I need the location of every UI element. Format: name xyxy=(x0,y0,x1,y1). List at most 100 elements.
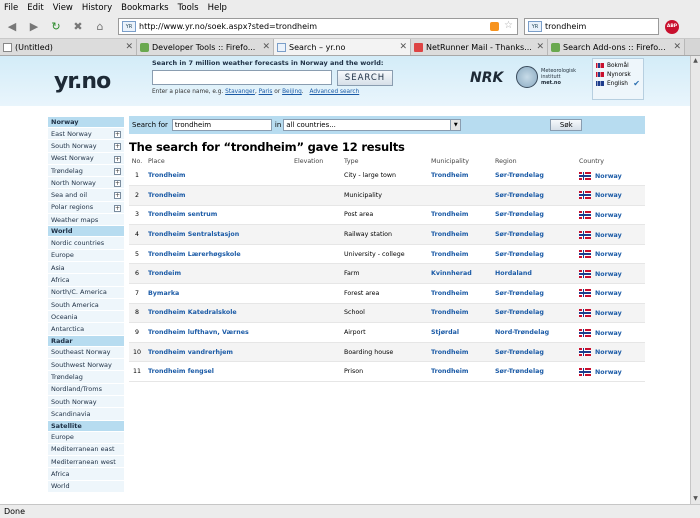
sidebar-item[interactable]: Europe xyxy=(48,249,124,262)
cell-country[interactable]: Norway xyxy=(576,205,645,226)
search-input[interactable]: trondheim xyxy=(171,119,272,131)
cell-municipality[interactable]: Trondheim xyxy=(428,303,492,324)
sidebar-section-heading[interactable]: Norway xyxy=(48,117,124,128)
cell-country[interactable]: Norway xyxy=(576,303,645,324)
cell-place[interactable]: Trondheim vandrerhjem xyxy=(145,342,291,363)
search-submit-button[interactable]: Søk xyxy=(550,119,583,131)
vertical-scrollbar[interactable]: ▲ ▼ xyxy=(690,56,700,504)
close-icon[interactable]: ✕ xyxy=(399,42,407,52)
sidebar-item[interactable]: South Norway + xyxy=(48,140,124,153)
sidebar-item[interactable]: Weather maps xyxy=(48,214,124,227)
cell-place[interactable]: Trondheim sentrum xyxy=(145,205,291,226)
lang-english[interactable]: English ✔ xyxy=(596,79,640,88)
advanced-search-link[interactable]: Advanced search xyxy=(309,89,359,95)
sidebar-item[interactable]: Trøndelag + xyxy=(48,164,124,178)
cell-municipality[interactable]: Trondheim xyxy=(428,361,492,383)
sidebar-item[interactable]: World xyxy=(48,480,124,494)
sidebar-section-heading[interactable]: Radar xyxy=(48,335,124,347)
home-icon[interactable]: ⌂ xyxy=(92,19,108,35)
cell-country[interactable]: Norway xyxy=(576,361,645,383)
back-icon[interactable]: ◀ xyxy=(4,19,20,35)
cell-place[interactable]: Trondheim lufthavn, Værnes xyxy=(145,322,291,343)
expand-plus-icon[interactable]: + xyxy=(114,143,121,151)
sidebar-item[interactable]: Africa xyxy=(48,274,124,287)
cell-place[interactable]: Trondheim Sentralstasjon xyxy=(145,224,291,245)
cell-municipality[interactable]: Stjørdal xyxy=(428,322,492,343)
cell-region[interactable]: Sør-Trøndelag xyxy=(492,224,576,245)
cell-region[interactable]: Nord-Trøndelag xyxy=(492,322,576,343)
sidebar-item[interactable]: North Norway + xyxy=(48,177,124,190)
bookmark-star-icon[interactable]: ☆ xyxy=(504,20,513,31)
sidebar-item[interactable]: Scandinavia xyxy=(48,408,124,421)
adblock-icon[interactable]: ABP xyxy=(665,19,679,34)
cell-place[interactable]: Trondheim Lærerhøgskole xyxy=(145,244,291,265)
cell-country[interactable]: Norway xyxy=(576,263,645,285)
cell-region[interactable]: Hordaland xyxy=(492,263,576,285)
cell-municipality[interactable]: Trondheim xyxy=(428,166,492,187)
sidebar-item[interactable]: Nordland/Troms xyxy=(48,383,124,396)
menu-view[interactable]: View xyxy=(53,3,73,13)
sidebar-item[interactable]: South Norway xyxy=(48,395,124,409)
cell-country[interactable]: Norway xyxy=(576,322,645,343)
sidebar-item[interactable]: Africa xyxy=(48,468,124,481)
rss-icon[interactable] xyxy=(490,22,499,31)
forward-icon[interactable]: ▶ xyxy=(26,19,42,35)
nrk-logo[interactable]: NRK xyxy=(470,70,503,86)
cell-country[interactable]: Norway xyxy=(576,342,645,363)
hint-link-beijing[interactable]: Beijing xyxy=(282,89,302,95)
cell-country[interactable]: Norway xyxy=(576,185,645,206)
tab-untitled[interactable]: (Untitled) ✕ xyxy=(0,39,137,55)
expand-plus-icon[interactable]: + xyxy=(114,131,121,138)
expand-plus-icon[interactable]: + xyxy=(114,180,121,188)
sidebar-item[interactable]: Antarctica xyxy=(48,323,124,336)
sidebar-item[interactable]: Southwest Norway xyxy=(48,359,124,372)
cell-place[interactable]: Trondheim xyxy=(145,185,291,206)
sidebar-item[interactable]: East Norway + xyxy=(48,128,124,141)
sidebar-item[interactable]: Mediterranean east xyxy=(48,443,124,457)
cell-municipality[interactable]: Kvinnherad xyxy=(428,263,492,285)
search-engine-icon[interactable]: YR xyxy=(528,21,542,32)
cell-country[interactable]: Norway xyxy=(576,244,645,265)
tab-developer-tools[interactable]: Developer Tools :: Firefo... ✕ xyxy=(137,39,274,55)
cell-region[interactable]: Sør-Trøndelag xyxy=(492,303,576,324)
cell-region[interactable]: Sør-Trøndelag xyxy=(492,283,576,304)
sidebar-item[interactable]: West Norway + xyxy=(48,152,124,165)
cell-region[interactable]: Sør-Trøndelag xyxy=(492,361,576,383)
cell-country[interactable]: Norway xyxy=(576,166,645,187)
close-icon[interactable]: ✕ xyxy=(262,42,270,52)
close-icon[interactable]: ✕ xyxy=(536,42,544,52)
cell-municipality[interactable]: Trondheim xyxy=(428,283,492,304)
lang-bokmal[interactable]: Bokmål xyxy=(596,61,640,70)
cell-place[interactable]: Trondheim Katedralskole xyxy=(145,303,291,324)
cell-municipality[interactable]: Trondheim xyxy=(428,205,492,226)
menu-file[interactable]: File xyxy=(4,3,18,13)
yr-logo[interactable]: yr.no xyxy=(54,69,111,94)
hint-link-stavanger[interactable]: Stavanger xyxy=(225,89,255,95)
sidebar-item[interactable]: South America xyxy=(48,298,124,312)
header-search-input[interactable] xyxy=(152,70,332,85)
reload-icon[interactable]: ↻ xyxy=(48,19,64,35)
lang-nynorsk[interactable]: Nynorsk xyxy=(596,70,640,79)
sidebar-item[interactable]: Polar regions + xyxy=(48,201,124,215)
sidebar-item[interactable]: Sea and oil + xyxy=(48,189,124,202)
sidebar-section-heading[interactable]: World xyxy=(48,226,124,238)
cell-municipality[interactable]: Trondheim xyxy=(428,244,492,265)
cell-region[interactable]: Sør-Trøndelag xyxy=(492,244,576,265)
sidebar-item[interactable]: Mediterranean west xyxy=(48,456,124,469)
cell-municipality[interactable] xyxy=(428,185,492,206)
url-bar[interactable]: YR http://www.yr.no/soek.aspx?sted=trond… xyxy=(118,18,518,35)
country-select[interactable]: all countries... ▼ xyxy=(283,119,462,131)
cell-place[interactable]: Trondheim fengsel xyxy=(145,361,291,383)
sidebar-item[interactable]: Oceania xyxy=(48,311,124,324)
sidebar-section-heading[interactable]: Satellite xyxy=(48,420,124,432)
cell-municipality[interactable]: Trondheim xyxy=(428,224,492,245)
tab-search-yr[interactable]: Search – yr.no ✕ xyxy=(274,39,411,55)
menu-edit[interactable]: Edit xyxy=(27,3,43,13)
cell-region[interactable]: Sør-Trøndelag xyxy=(492,166,576,187)
stop-icon[interactable]: ✖ xyxy=(70,19,86,35)
sidebar-item[interactable]: Europe xyxy=(48,431,124,444)
cell-region[interactable]: Sør-Trøndelag xyxy=(492,342,576,363)
tab-search-addons[interactable]: Search Add-ons :: Firefo... ✕ xyxy=(548,39,685,55)
close-icon[interactable]: ✕ xyxy=(673,42,681,52)
header-search-button[interactable]: SEARCH xyxy=(337,70,393,86)
